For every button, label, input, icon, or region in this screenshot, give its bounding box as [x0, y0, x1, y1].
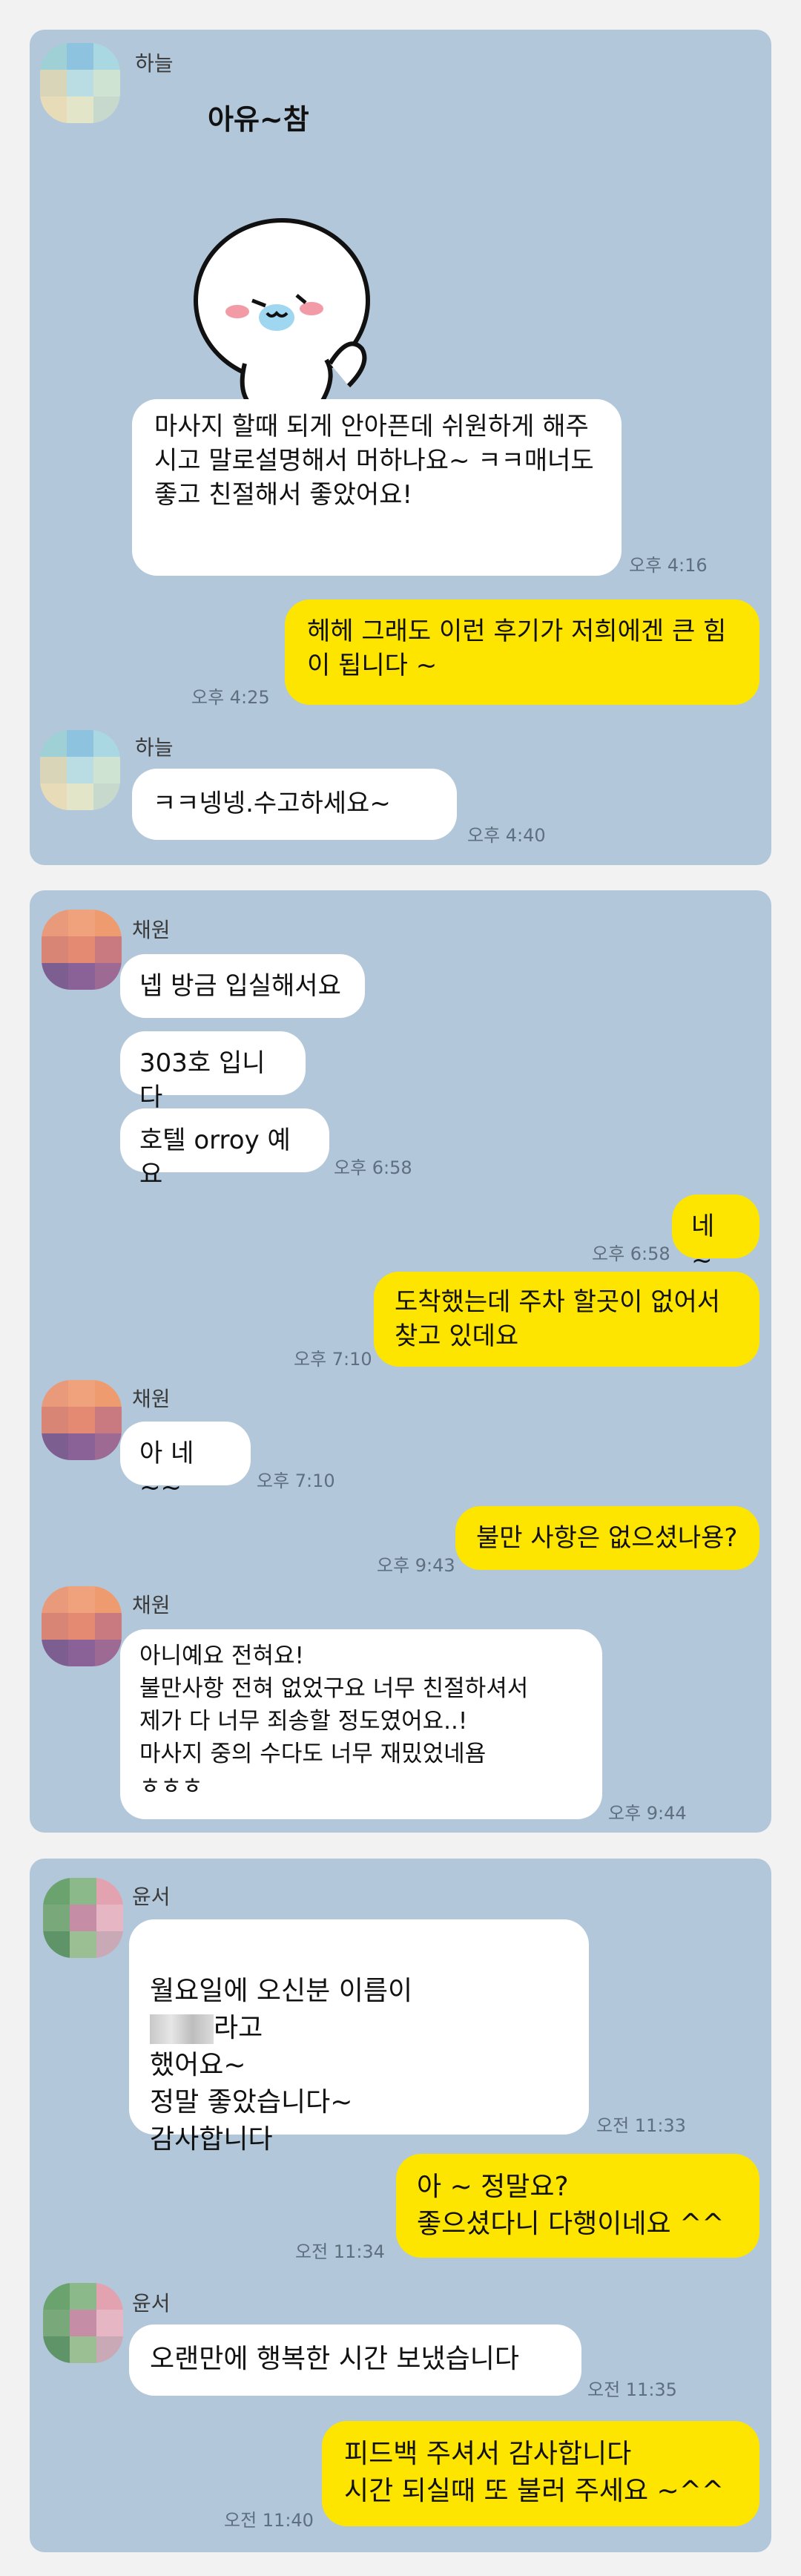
sender-name: 윤서 [132, 1885, 171, 1909]
chat-screenshot-1: 하늘 아유~참 마사지 할때 되게 안아픈데 쉬원하게 해주시고 말로설명해서 … [30, 30, 771, 865]
sender-name: 하늘 [135, 51, 174, 76]
reply-bubble: 피드백 주셔서 감사합니다 시간 되실때 또 불러 주세요 ~^^ [322, 2421, 759, 2526]
timestamp: 오후 4:25 [191, 687, 270, 708]
avatar-yunseo[interactable] [43, 2283, 123, 2363]
avatar-haneul[interactable] [40, 730, 120, 810]
chat-screenshot-2: 채원 넵 방금 입실해서요 303호 입니다 호텔 orroy 예요 오후 6:… [30, 890, 771, 1833]
message-bubble: 303호 입니다 [120, 1031, 306, 1112]
message-bubble: 아니예요 전혀요! 불만사항 전혀 없었구요 너무 친절하셔서 제가 다 너무 … [120, 1629, 602, 1819]
timestamp: 오후 7:10 [294, 1349, 372, 1370]
timestamp: 오전 11:33 [596, 2115, 686, 2136]
message-text: 월요일에 오신분 이름이 [150, 1976, 413, 2006]
reply-bubble: 도착했는데 주차 할곳이 없어서 찾고 있데요 [374, 1272, 759, 1367]
timestamp: 오후 6:58 [592, 1243, 670, 1264]
timestamp: 오전 11:35 [587, 2379, 677, 2400]
reply-bubble: 아 ~ 정말요? 좋으셨다니 다행이네요 ^^ [396, 2154, 759, 2258]
message-bubble: 아 네~~ [120, 1422, 251, 1502]
sticker-caption: 아유~참 [208, 103, 309, 136]
emoticon-sticker[interactable]: 아유~참 [178, 96, 400, 408]
avatar-haneul[interactable] [40, 43, 120, 123]
avatar-chaewon[interactable] [42, 1380, 122, 1460]
message-bubble: ㅋㅋ넹넹.수고하세요~ [132, 769, 457, 840]
message-bubble: 마사지 할때 되게 안아픈데 쉬원하게 해주시고 말로설명해서 머하나요~ ㅋㅋ… [132, 399, 622, 576]
message-bubble: 호텔 orroy 예요 [120, 1108, 329, 1189]
blurred-name [150, 2014, 214, 2044]
timestamp: 오전 11:40 [224, 2510, 314, 2531]
timestamp: 오후 9:43 [377, 1555, 455, 1576]
timestamp: 오후 7:10 [257, 1471, 335, 1491]
reply-bubble: 헤헤 그래도 이런 후기가 저희에겐 큰 힘이 됩니다 ~ [285, 599, 759, 705]
timestamp: 오후 6:58 [334, 1157, 412, 1178]
avatar-chaewon[interactable] [42, 1586, 122, 1666]
timestamp: 오후 4:40 [467, 825, 546, 846]
sender-name: 윤서 [132, 2291, 171, 2316]
timestamp: 오후 9:44 [608, 1803, 687, 1824]
timestamp: 오후 4:16 [629, 555, 708, 576]
timestamp: 오전 11:34 [295, 2241, 385, 2262]
sticker-face-icon [194, 218, 370, 408]
message-bubble: 오랜만에 행복한 시간 보냈습니다 [129, 2324, 581, 2396]
avatar-chaewon[interactable] [42, 910, 122, 990]
message-bubble: 월요일에 오신분 이름이 라고 했어요~ 정말 좋았습니다~ 감사합니다 [129, 1919, 589, 2155]
avatar-yunseo[interactable] [43, 1878, 123, 1958]
message-bubble: 넵 방금 입실해서요 [120, 954, 365, 1018]
sender-name: 채원 [132, 1387, 171, 1411]
sender-name: 채원 [132, 1593, 171, 1617]
sender-name: 하늘 [135, 735, 174, 760]
reply-bubble: 네 ~ [672, 1195, 759, 1275]
reply-bubble: 불만 사항은 없으셨나용? [455, 1506, 759, 1570]
chat-screenshot-3: 윤서 월요일에 오신분 이름이 라고 했어요~ 정말 좋았습니다~ 감사합니다 … [30, 1859, 771, 2552]
sender-name: 채원 [132, 918, 171, 942]
